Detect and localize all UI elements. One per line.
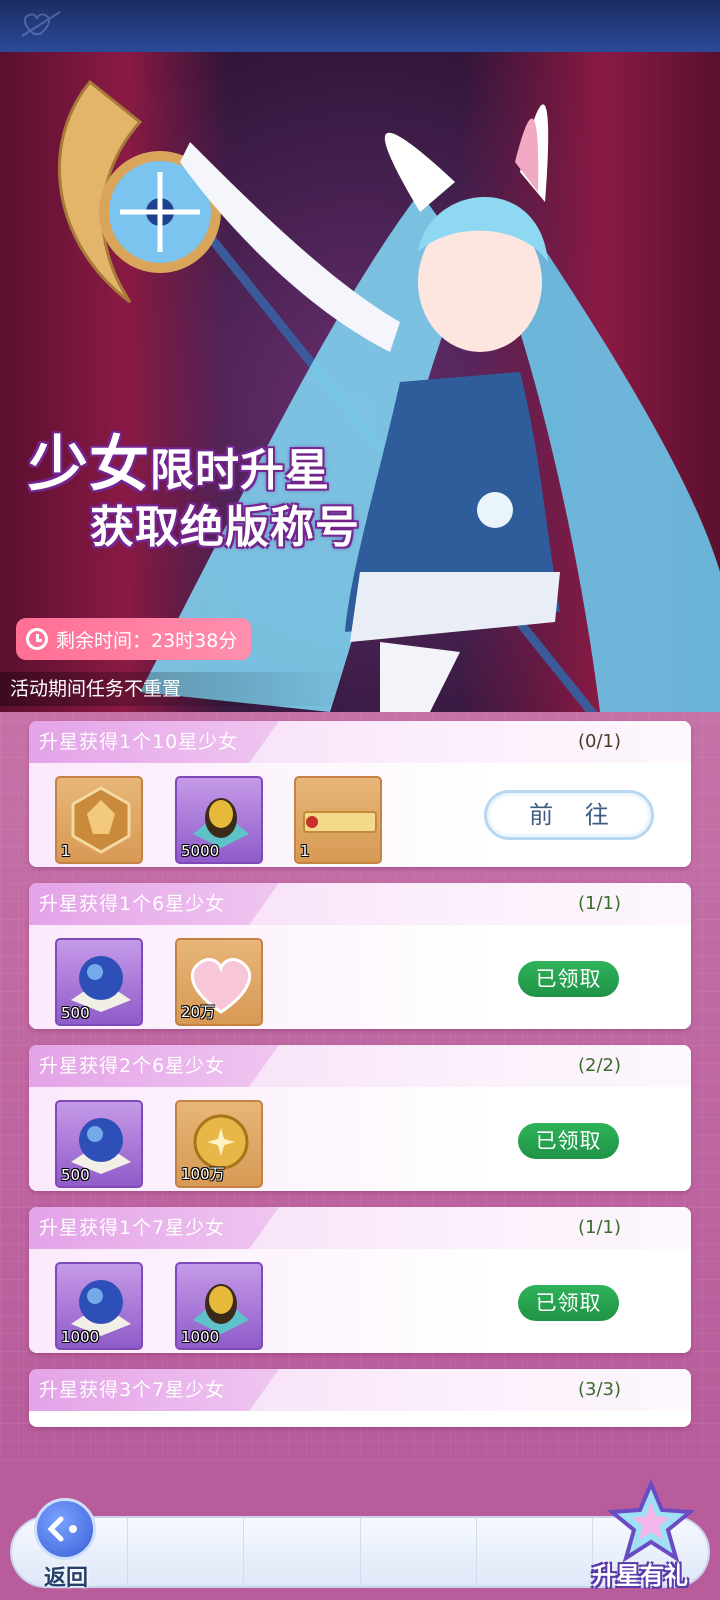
- task-progress: (2/2): [577, 1055, 621, 1076]
- event-headline: 少女限时升星 获取绝版称号: [28, 432, 428, 552]
- reward-item[interactable]: 1000: [55, 1262, 143, 1350]
- task-rewards: 1000 1000 已领取: [29, 1249, 691, 1353]
- countdown-timer: 剩余时间：23时38分: [16, 618, 252, 660]
- task-header: 升星获得1个7星少女 (1/1): [29, 1207, 691, 1249]
- reward-item[interactable]: 1: [55, 776, 143, 864]
- task-title: 升星获得3个7星少女: [39, 1379, 226, 1401]
- task-header: 升星获得1个10星少女 (0/1): [29, 721, 691, 763]
- task-title: 升星获得1个7星少女: [39, 1217, 226, 1239]
- headline-emphasis: 少女: [28, 430, 150, 500]
- character-illustration: [57, 79, 720, 712]
- reward-qty: 1000: [61, 1328, 100, 1346]
- reward-item[interactable]: 1: [294, 776, 382, 864]
- task-header: 升星获得1个6星少女 (1/1): [29, 883, 691, 925]
- reward-item[interactable]: 500: [55, 938, 143, 1026]
- reward-qty: 20万: [181, 1003, 216, 1021]
- task-card: 升星获得1个6星少女 (1/1) 500 20万 已领取: [29, 883, 691, 1029]
- back-button[interactable]: 返回: [14, 1498, 114, 1591]
- reward-qty: 1000: [181, 1328, 220, 1346]
- reward-qty: 1: [300, 842, 310, 860]
- star-gift-icon: [606, 1478, 696, 1563]
- claimed-badge: 已领取: [518, 1285, 619, 1321]
- reward-qty: 1: [61, 842, 71, 860]
- task-rewards: 500 20万 已领取: [29, 925, 691, 1029]
- task-card: 升星获得3个7星少女 (3/3): [29, 1369, 691, 1427]
- reward-item[interactable]: 20万: [175, 938, 263, 1026]
- task-card: 升星获得1个10星少女 (0/1) 1 5000 1 前 往: [29, 721, 691, 867]
- reward-item[interactable]: 500: [55, 1100, 143, 1188]
- back-arrow-icon: [34, 1498, 96, 1560]
- heart-arrow-icon: [21, 11, 61, 37]
- task-title: 升星获得2个6星少女: [39, 1055, 226, 1077]
- reward-qty: 100万: [181, 1165, 225, 1183]
- reward-item[interactable]: 1000: [175, 1262, 263, 1350]
- headline-line1: 限时升星: [150, 445, 330, 496]
- countdown-text: 剩余时间：23时38分: [56, 629, 238, 652]
- headline-line2: 获取绝版称号: [90, 502, 360, 553]
- task-header: 升星获得2个6星少女 (2/2): [29, 1045, 691, 1087]
- task-progress: (3/3): [577, 1379, 621, 1400]
- task-header: 升星获得3个7星少女 (3/3): [29, 1369, 691, 1411]
- task-progress: (1/1): [577, 1217, 621, 1238]
- back-label: 返回: [44, 1566, 89, 1591]
- star-gift-label: 升星有礼: [592, 1562, 688, 1590]
- task-progress: (1/1): [577, 893, 621, 914]
- reward-qty: 500: [61, 1004, 90, 1022]
- clock-icon: [26, 628, 48, 650]
- task-title: 升星获得1个6星少女: [39, 893, 226, 915]
- task-rewards: 500 100万 已领取: [29, 1087, 691, 1191]
- claimed-badge: 已领取: [518, 1123, 619, 1159]
- bottom-bar: 返回 升星有礼: [0, 1460, 720, 1600]
- task-rewards: 1 5000 1 前 往: [29, 763, 691, 867]
- task-card: 升星获得1个7星少女 (1/1) 1000 1000 已领取: [29, 1207, 691, 1353]
- star-gift-button[interactable]: 升星有礼: [592, 1478, 710, 1590]
- reward-item[interactable]: 5000: [175, 776, 263, 864]
- reward-item[interactable]: 100万: [175, 1100, 263, 1188]
- task-list[interactable]: 升星获得1个10星少女 (0/1) 1 5000 1 前 往 升星获得1个6星少…: [0, 712, 720, 1460]
- go-button[interactable]: 前 往: [484, 790, 654, 840]
- event-notice: 活动期间任务不重置: [0, 672, 360, 706]
- task-title: 升星获得1个10星少女: [39, 731, 239, 753]
- reward-qty: 500: [61, 1166, 90, 1184]
- claimed-badge: 已领取: [518, 961, 619, 997]
- task-progress: (0/1): [577, 731, 621, 752]
- reward-qty: 5000: [181, 842, 220, 860]
- task-card: 升星获得2个6星少女 (2/2) 500 100万 已领取: [29, 1045, 691, 1191]
- event-banner: 少女限时升星 获取绝版称号: [0, 52, 720, 712]
- top-bar: [0, 0, 720, 52]
